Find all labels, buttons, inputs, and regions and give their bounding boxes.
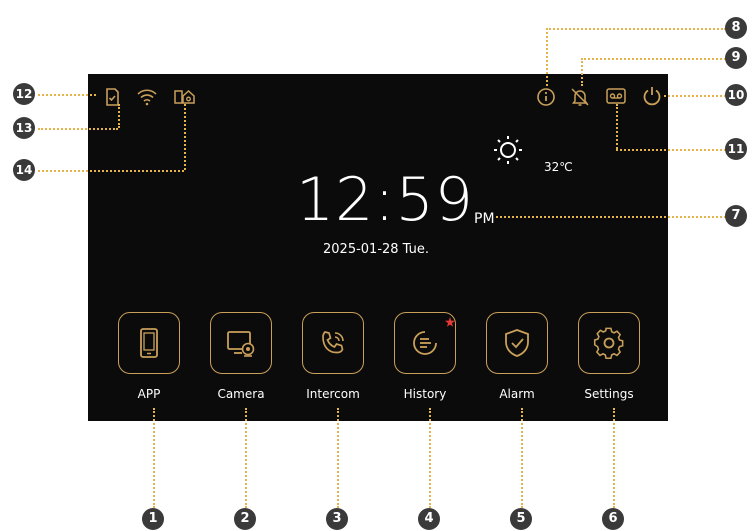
callout-6: 6 xyxy=(602,508,624,530)
power-icon[interactable] xyxy=(641,85,663,107)
leader-line-5 xyxy=(521,408,523,508)
history-button[interactable] xyxy=(394,312,456,374)
leader-line-6 xyxy=(613,408,615,508)
intercom-button[interactable] xyxy=(302,312,364,374)
clock-ampm: PM xyxy=(474,211,495,227)
callout-8: 8 xyxy=(725,17,747,39)
callout-12: 12 xyxy=(13,83,35,105)
callout-1: 1 xyxy=(142,508,164,530)
clock-time: 12:59 xyxy=(296,165,474,235)
callout-9: 9 xyxy=(725,47,747,69)
clock-date: 2025-01-28 Tue. xyxy=(323,242,430,257)
callout-3: 3 xyxy=(326,508,348,530)
leader-line-12 xyxy=(38,94,96,96)
leader-line-13 xyxy=(38,128,118,130)
leader-line-4 xyxy=(429,408,431,508)
history-label: History xyxy=(403,387,447,401)
callout-13: 13 xyxy=(13,117,35,139)
callout-7: 7 xyxy=(725,205,747,227)
leader-line-9 xyxy=(581,58,726,60)
callout-5: 5 xyxy=(510,508,532,530)
leader-line-8-v xyxy=(546,28,548,86)
shield-check-icon xyxy=(505,329,529,357)
temperature: 32℃ xyxy=(544,160,573,174)
alarm-label: Alarm xyxy=(499,387,535,401)
leader-line-7 xyxy=(496,216,726,218)
home-screen: 32℃ 12:59 PM 2025-01-28 Tue. APP Camera … xyxy=(88,74,668,421)
leader-line-10 xyxy=(664,95,726,97)
leader-line-14-v xyxy=(184,104,186,170)
leader-line-11 xyxy=(616,149,726,151)
settings-button[interactable] xyxy=(578,312,640,374)
leader-line-11-v xyxy=(616,104,618,149)
settings-label: Settings xyxy=(584,387,634,401)
callout-11: 11 xyxy=(725,138,747,160)
leader-line-1 xyxy=(153,408,155,508)
sun-icon xyxy=(492,134,524,166)
app-label: APP xyxy=(137,387,161,401)
call-icon xyxy=(322,331,344,354)
camera-button[interactable] xyxy=(210,312,272,374)
callout-14: 14 xyxy=(13,159,35,181)
wifi-icon xyxy=(136,86,158,108)
phone-icon xyxy=(140,328,158,358)
leader-line-8 xyxy=(546,28,726,30)
gear-icon xyxy=(593,327,624,360)
leader-line-2 xyxy=(245,408,247,508)
info-icon[interactable] xyxy=(535,86,557,108)
camera-icon xyxy=(227,331,255,357)
camera-label: Camera xyxy=(217,387,265,401)
alarm-button[interactable] xyxy=(486,312,548,374)
history-icon xyxy=(413,331,437,355)
callout-2: 2 xyxy=(234,508,256,530)
app-button[interactable] xyxy=(118,312,180,374)
leader-line-13-v xyxy=(118,104,120,128)
leader-line-14 xyxy=(38,170,184,172)
leader-line-3 xyxy=(337,408,339,508)
leader-line-9-v xyxy=(581,58,583,86)
intercom-label: Intercom xyxy=(306,387,360,401)
notification-star-icon xyxy=(445,317,455,327)
bell-off-icon[interactable] xyxy=(569,86,591,108)
callout-4: 4 xyxy=(418,508,440,530)
callout-10: 10 xyxy=(725,84,747,106)
